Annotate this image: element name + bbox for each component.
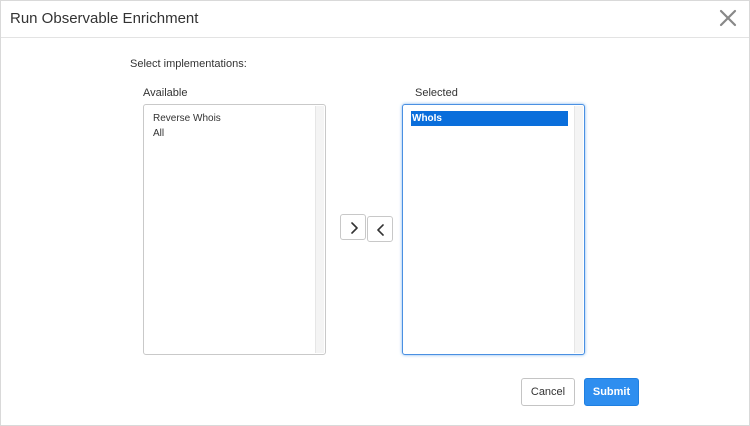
available-option-all[interactable]: All	[152, 126, 309, 141]
selected-option-whois[interactable]: WhoIs	[411, 111, 568, 126]
dialog-header: Run Observable Enrichment	[1, 1, 749, 38]
chevron-left-icon	[377, 224, 384, 236]
move-left-button[interactable]	[367, 216, 393, 242]
available-listbox[interactable]: Reverse Whois All	[143, 104, 326, 355]
cancel-button[interactable]: Cancel	[521, 378, 575, 406]
dialog-title: Run Observable Enrichment	[10, 10, 199, 27]
available-label: Available	[143, 87, 188, 99]
select-prompt: Select implementations:	[130, 58, 247, 70]
selected-listbox[interactable]: WhoIs	[402, 104, 585, 355]
submit-button[interactable]: Submit	[584, 378, 639, 406]
chevron-right-icon	[351, 222, 358, 234]
available-option-reverse-whois[interactable]: Reverse Whois	[152, 111, 309, 126]
available-scrollbar[interactable]	[315, 106, 324, 353]
move-right-button[interactable]	[340, 214, 366, 240]
available-options: Reverse Whois All	[152, 111, 309, 141]
close-icon[interactable]	[717, 7, 739, 29]
selected-label: Selected	[415, 87, 458, 99]
selected-options: WhoIs	[411, 111, 568, 126]
selected-scrollbar[interactable]	[574, 106, 583, 353]
enrichment-dialog: Run Observable Enrichment Select impleme…	[0, 0, 750, 426]
